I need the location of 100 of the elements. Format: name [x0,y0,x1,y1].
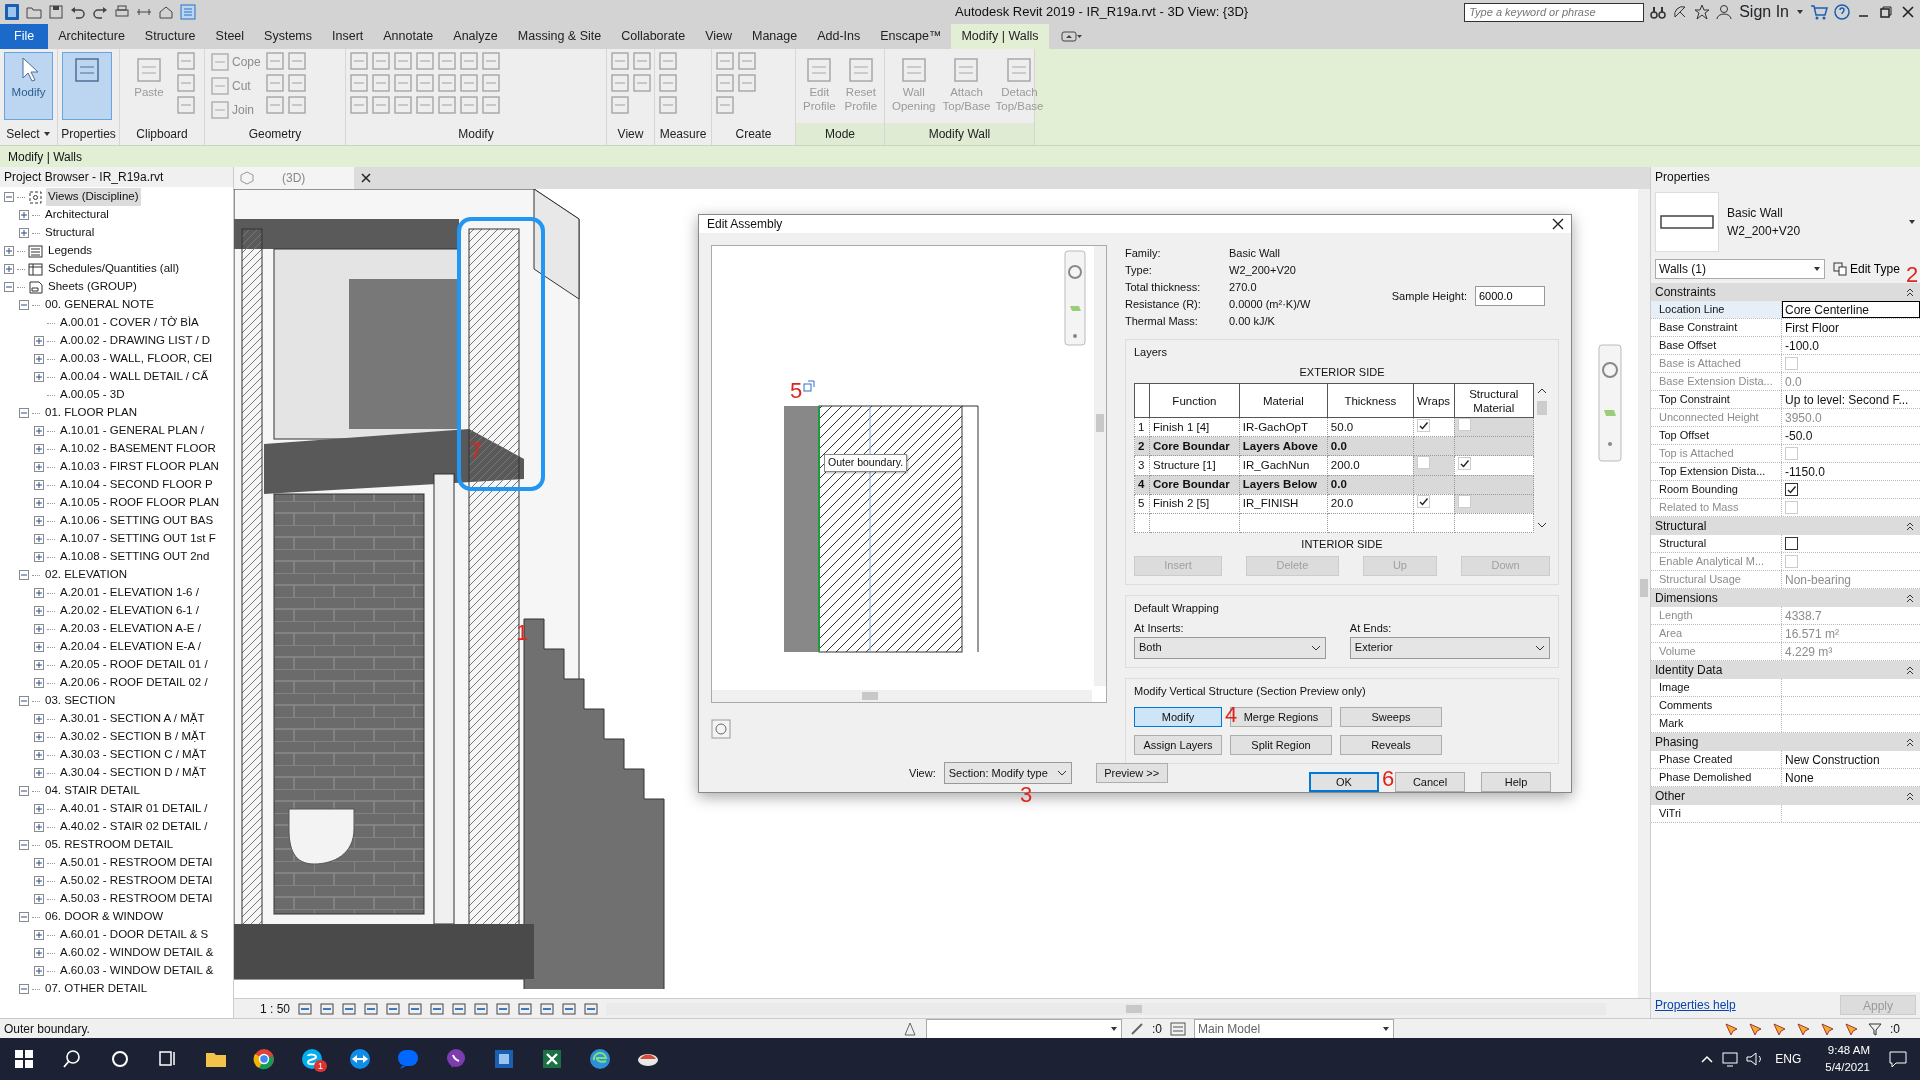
property-row[interactable]: Structural [1651,535,1920,553]
edit-type-button[interactable]: Edit Type [1831,260,1902,278]
tree-item[interactable]: A.10.01 - GENERAL PLAN / [58,422,207,440]
close-button[interactable] [1551,217,1565,231]
workset-dropdown[interactable] [926,1018,1122,1039]
tree-item[interactable]: A.10.07 - SETTING OUT 1st F [58,530,218,548]
selection-option-icon[interactable] [1796,1021,1812,1036]
collapse-icon[interactable] [1906,521,1914,531]
checkbox[interactable] [1785,483,1798,496]
selection-option-icon[interactable] [1844,1021,1860,1036]
tree-item[interactable]: 07. OTHER DETAIL [43,980,150,998]
expand-toggle[interactable] [34,606,44,616]
print-icon[interactable] [114,4,130,20]
tree-item[interactable]: A.60.03 - WINDOW DETAIL & [58,962,216,980]
expand-toggle[interactable] [34,966,44,976]
view-control-icon[interactable] [496,1001,511,1016]
ribbon-tab[interactable]: Annotate [373,24,444,49]
sign-in-button[interactable]: Sign In [1738,0,1790,25]
ribbon-tab[interactable]: Manage [742,24,808,49]
messenger-icon[interactable] [396,1047,420,1071]
edge-icon[interactable] [588,1047,612,1071]
tree-item[interactable]: A.00.04 - WALL DETAIL / CẤ [58,368,211,386]
tree-item[interactable]: A.30.02 - SECTION B / MẶT [58,728,208,746]
collapse-icon[interactable] [1906,737,1914,747]
tree-item[interactable]: A.10.08 - SETTING OUT 2nd [58,548,212,566]
expand-toggle[interactable] [34,858,44,868]
view-control-icon[interactable] [540,1001,555,1016]
wrapping-dropdown[interactable]: Both [1134,636,1326,659]
section-marker-icon[interactable] [803,380,815,392]
spreadsheet-icon[interactable] [540,1047,564,1071]
table-cell[interactable]: IR_FINISH [1239,494,1328,514]
app-tile-icon[interactable] [492,1047,516,1071]
table-cell[interactable]: 50.0 [1327,417,1414,437]
tree-item[interactable]: 04. STAIR DETAIL [43,782,142,800]
expand-toggle[interactable] [34,498,44,508]
collapse-toggle[interactable] [4,192,14,202]
ribbon-tab[interactable]: File [0,24,49,49]
expand-toggle[interactable] [4,246,14,256]
tree-item[interactable]: A.20.05 - ROOF DETAIL 01 / [58,656,210,674]
view-control-icon[interactable] [518,1001,533,1016]
navigation-bar[interactable] [1064,250,1086,346]
section-header[interactable]: Other [1655,787,1685,805]
model-icon[interactable] [1170,1021,1186,1036]
expand-toggle[interactable] [34,948,44,958]
help-link[interactable]: Properties help [1655,996,1736,1014]
expand-toggle[interactable] [19,210,29,220]
filter-icon[interactable] [1868,1021,1882,1036]
remote-icon[interactable] [348,1047,372,1071]
column-header[interactable]: Wraps [1413,383,1454,418]
tree-item[interactable]: 00. GENERAL NOTE [43,296,156,314]
expand-toggle[interactable] [34,876,44,886]
expand-toggle[interactable] [34,804,44,814]
expand-toggle[interactable] [34,354,44,364]
tree-item[interactable]: A.10.04 - SECOND FLOOR P [58,476,215,494]
expand-toggle[interactable] [34,642,44,652]
tree-item[interactable]: A.30.03 - SECTION C / MẶT [58,746,209,764]
view-control-icon[interactable] [452,1001,467,1016]
collapse-toggle[interactable] [19,984,29,994]
expand-toggle[interactable] [34,678,44,688]
ribbon-tab[interactable]: View [695,24,742,49]
table-cell[interactable]: IR-GachOpT [1239,417,1328,437]
collapse-toggle[interactable] [19,570,29,580]
property-value[interactable]: -50.0 [1782,427,1920,444]
dialog-button[interactable]: OK [1309,772,1379,792]
collapse-icon[interactable] [1906,593,1914,603]
ribbon-tab[interactable]: Modify | Walls [951,24,1049,49]
property-row[interactable]: Top Extension Dista... -1150.0 [1651,463,1920,481]
expand-toggle[interactable] [4,264,14,274]
design-option-icon[interactable] [1130,1021,1144,1036]
binoculars-icon[interactable] [1650,4,1667,20]
tree-item[interactable]: 02. ELEVATION [43,566,130,584]
expand-toggle[interactable] [34,336,44,346]
expand-toggle[interactable] [34,516,44,526]
view-control-icon[interactable] [386,1001,401,1016]
property-value[interactable]: Core Centerline [1782,301,1920,318]
ribbon-tab[interactable]: Enscape™ [870,24,952,49]
collapse-toggle[interactable] [19,840,29,850]
table-cell[interactable]: Finish 2 [5] [1149,494,1240,514]
workset-icon[interactable] [902,1020,918,1037]
tree-item[interactable]: A.20.01 - ELEVATION 1-6 / [58,584,201,602]
property-row[interactable]: ViTri [1651,805,1920,823]
tree-item[interactable]: A.20.02 - ELEVATION 6-1 / [58,602,201,620]
tree-item[interactable]: Views (Discipline) [46,188,141,206]
property-value[interactable]: None [1782,769,1920,786]
tree-item[interactable]: 06. DOOR & WINDOW [43,908,166,926]
browser-icon[interactable] [252,1047,276,1071]
collapse-toggle[interactable] [19,912,29,922]
tree-item[interactable]: A.50.02 - RESTROOM DETAI [58,872,215,890]
collapse-toggle[interactable] [4,282,14,292]
expand-toggle[interactable] [34,768,44,778]
tree-item[interactable]: Schedules/Quantities (all) [46,260,182,278]
scroll-bar[interactable] [1094,246,1106,686]
expand-toggle[interactable] [34,624,44,634]
view-dropdown[interactable]: Section: Modify type [943,762,1072,784]
ribbon-tab[interactable]: Structure [134,24,206,49]
wrapping-dropdown[interactable]: Exterior [1349,636,1550,659]
steering-wheel-icon[interactable] [711,719,731,739]
ribbon-tab[interactable]: Steel [205,24,255,49]
property-value[interactable]: New Construction [1782,751,1920,768]
tree-item[interactable]: A.10.06 - SETTING OUT BAS [58,512,216,530]
